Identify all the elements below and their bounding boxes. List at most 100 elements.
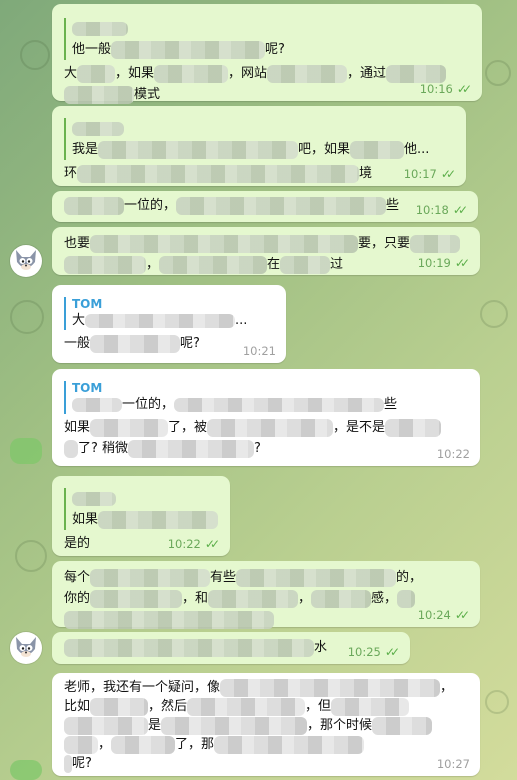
message-time: 10:17 (403, 167, 437, 181)
message-bubble-incoming[interactable]: 老师，我还有一个疑问，像 ， 比如 ，然后 ，但 是 ，那个时候 ， 了，那 呢? 10:… (52, 673, 480, 776)
message-text: 一位的， (124, 198, 177, 213)
message-text: ，和 (182, 591, 209, 606)
message-text: ，如果 (115, 66, 155, 81)
message-bubble-outgoing[interactable]: 如果 是的 10:22 ✓✓ (52, 476, 230, 556)
message-text: 要，只要 (358, 236, 411, 251)
message-text: 大 (64, 66, 78, 81)
reply-text: 大 (72, 313, 86, 328)
message-meta: 10:16 ✓✓ (420, 82, 472, 96)
message-text: 的， (396, 570, 423, 585)
tom-cat-icon (16, 637, 36, 657)
message-text: ，然后 (148, 699, 188, 714)
reply-text: 如果 (72, 512, 99, 527)
reply-text: 我是 (72, 142, 99, 157)
message-text: 也要 (64, 236, 91, 251)
message-text: ，那个时候 (307, 718, 373, 733)
background-doodle (480, 300, 508, 328)
message-time: 10:25 (347, 645, 381, 659)
avatar[interactable] (10, 245, 42, 277)
message-text: 呢? (180, 336, 200, 351)
message-bubble-outgoing[interactable]: 也要 要，只要 ， 在 过 10:19 ✓✓ (52, 227, 480, 275)
message-time: 10:24 (417, 608, 451, 622)
message-text: 一般 (64, 336, 91, 351)
reply-text: 一位的， (122, 397, 175, 412)
message-text: 过 (330, 257, 344, 272)
message-text: ， (440, 680, 454, 695)
message-text: 模式 (134, 87, 161, 102)
message-text: 比如 (64, 699, 91, 714)
message-meta: 10:17 ✓✓ (404, 167, 456, 181)
message-text: 了，那 (175, 737, 215, 752)
message-meta: 10:22 ✓✓ (168, 537, 220, 551)
double-check-icon: ✓✓ (454, 256, 470, 270)
double-check-icon: ✓✓ (452, 203, 468, 217)
message-text: ， (298, 591, 312, 606)
message-bubble-incoming[interactable]: TOM 一位的， 些 如果 了，被 ，是不是 了? 稍微? 10:22 (52, 369, 480, 466)
message-text: 每个 (64, 570, 91, 585)
message-meta: 10:18 ✓✓ (416, 203, 468, 217)
message-text: ， (98, 737, 112, 752)
message-text: 如果 (64, 420, 91, 435)
message-text: 水 (314, 640, 328, 655)
reply-text: ... (235, 313, 248, 328)
message-bubble-outgoing[interactable]: 水 10:25 ✓✓ (52, 632, 410, 664)
message-bubble-outgoing[interactable]: 他一般 呢? 大 ，如果 ，网站 ，通过 模式 10:16 ✓✓ (52, 4, 482, 104)
message-meta: 10:24 ✓✓ (418, 608, 470, 622)
message-text: ，但 (305, 699, 332, 714)
background-doodle (10, 300, 44, 334)
reply-author-name: TOM (72, 297, 103, 311)
reply-quote[interactable]: TOM 一位的， 些 (64, 381, 470, 414)
tom-cat-icon (16, 250, 36, 270)
avatar[interactable] (10, 760, 42, 780)
message-time: 10:18 (415, 203, 449, 217)
message-time: 10:27 (436, 757, 470, 771)
reply-quote[interactable]: 他一般 呢? (64, 18, 472, 60)
message-bubble-outgoing[interactable]: 一位的， 些 10:18 ✓✓ (52, 191, 478, 222)
message-text: 你的 (64, 591, 91, 606)
avatar[interactable] (10, 438, 42, 464)
message-text: 是的 (64, 536, 91, 551)
message-meta: 10:27 (437, 757, 470, 771)
reply-author-name: TOM (72, 381, 103, 395)
message-text: ， (146, 257, 160, 272)
message-time: 10:22 (167, 537, 201, 551)
message-meta: 10:22 (437, 447, 470, 461)
message-text: 了，被 (168, 420, 208, 435)
double-check-icon: ✓✓ (456, 82, 472, 96)
double-check-icon: ✓✓ (454, 608, 470, 622)
message-text: 在 (267, 257, 281, 272)
message-text: ? (254, 441, 261, 456)
reply-text: 他... (404, 142, 430, 157)
message-bubble-incoming[interactable]: TOM 大... 一般 呢? 10:21 (52, 285, 286, 363)
message-meta: 10:21 (243, 344, 276, 358)
message-meta: 10:25 ✓✓ (348, 645, 400, 659)
avatar[interactable] (10, 632, 42, 664)
message-text: 境 (359, 166, 373, 181)
message-time: 10:16 (419, 82, 453, 96)
message-text: 有些 (210, 570, 237, 585)
message-text: 老师，我还有一个疑问，像 (64, 680, 221, 695)
message-text: ，是不是 (333, 420, 386, 435)
reply-text: 他一般 (72, 42, 112, 57)
message-meta: 10:19 ✓✓ (418, 256, 470, 270)
message-bubble-outgoing[interactable]: 每个 有些 的， 你的 ，和 ， 感， 10:24 ✓✓ (52, 561, 480, 629)
background-doodle (15, 540, 47, 572)
reply-quote[interactable]: 我是 吧，如果 他... (64, 118, 456, 160)
reply-quote[interactable]: TOM 大... (64, 297, 276, 330)
reply-text: 吧，如果 (298, 142, 351, 157)
message-text: 呢? (72, 756, 92, 771)
reply-quote[interactable]: 如果 (64, 488, 220, 530)
reply-text: 呢? (265, 42, 285, 57)
double-check-icon: ✓✓ (440, 167, 456, 181)
background-doodle (485, 690, 509, 714)
reply-text: 些 (384, 397, 398, 412)
background-doodle (20, 40, 50, 70)
message-time: 10:21 (242, 344, 276, 358)
background-doodle (485, 60, 511, 86)
message-time: 10:19 (417, 256, 451, 270)
message-text: ，网站 (228, 66, 268, 81)
message-text: 些 (386, 198, 400, 213)
double-check-icon: ✓✓ (204, 537, 220, 551)
message-text: 是 (148, 718, 162, 733)
message-bubble-outgoing[interactable]: 我是 吧，如果 他... 环 境 10:17 ✓✓ (52, 106, 466, 186)
